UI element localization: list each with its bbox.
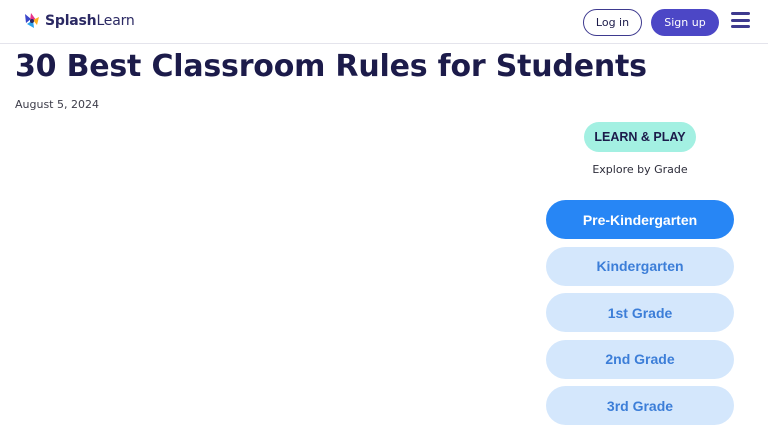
grade-button-1st-grade[interactable]: 1st Grade (546, 293, 734, 332)
logo-text-light: Learn (96, 13, 135, 29)
grade-button-kindergarten[interactable]: Kindergarten (546, 246, 734, 286)
page-title: 30 Best Classroom Rules for Students (15, 49, 647, 84)
learn-play-badge: LEARN & PLAY (584, 122, 696, 152)
post-date: August 5, 2024 (15, 98, 99, 111)
grade-list: Pre-Kindergarten Kindergarten 1st Grade … (546, 200, 734, 432)
grade-button-pre-kindergarten[interactable]: Pre-Kindergarten (546, 200, 734, 239)
login-button[interactable]: Log in (583, 9, 642, 36)
grade-button-3rd-grade[interactable]: 3rd Grade (546, 386, 734, 425)
grade-button-2nd-grade[interactable]: 2nd Grade (546, 339, 734, 379)
splashlearn-logo[interactable]: SplashLearn (22, 10, 135, 32)
logo-wordmark: SplashLearn (45, 13, 135, 29)
logo-text-bold: Splash (45, 13, 97, 29)
explore-by-grade-label: Explore by Grade (592, 163, 688, 176)
splashlearn-logo-icon (25, 13, 39, 28)
hamburger-menu-icon[interactable] (731, 12, 750, 28)
top-navigation-bar: SplashLearn Log in Sign up (0, 0, 768, 44)
signup-button[interactable]: Sign up (651, 9, 719, 36)
